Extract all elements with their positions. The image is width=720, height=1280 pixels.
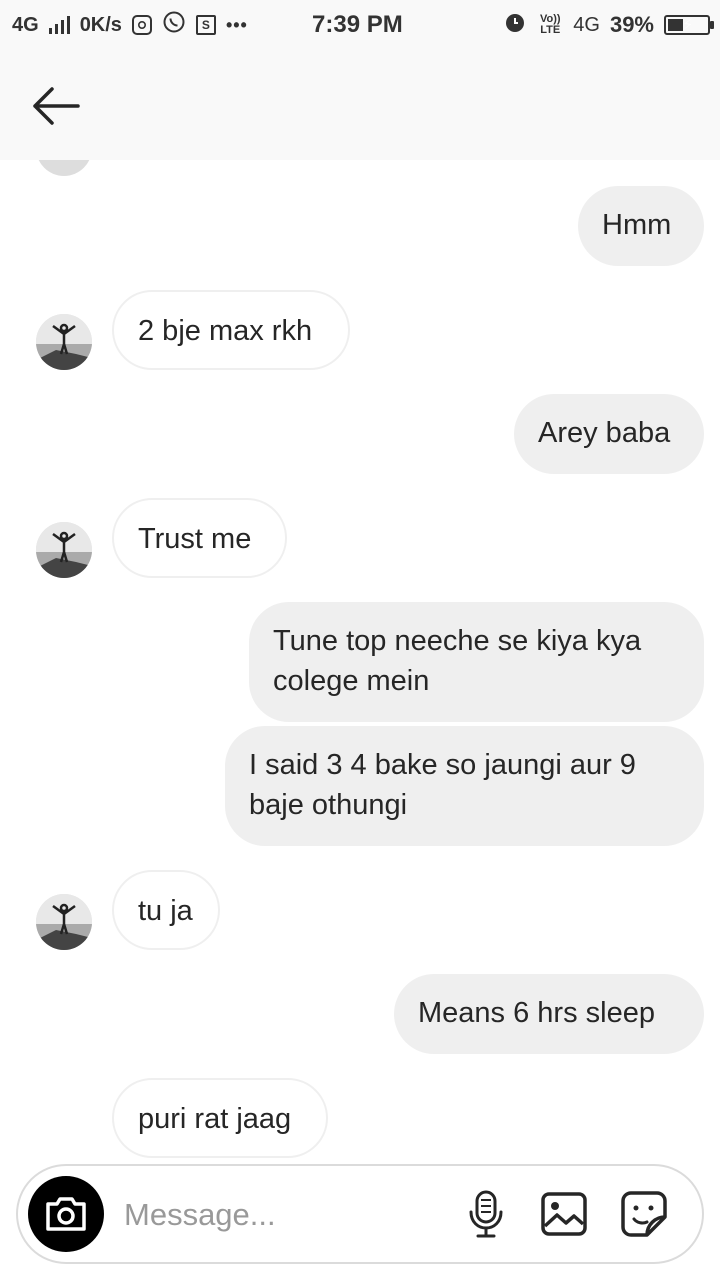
chat-header [0, 50, 720, 160]
message-bubble-outgoing: Means 6 hrs sleep [394, 974, 704, 1054]
person-silhouette-icon [36, 894, 92, 950]
status-right: Vo)) LTE 4G 39% ⚡ [503, 0, 714, 50]
microphone-icon [469, 1190, 503, 1238]
battery-percent: 39% [609, 12, 654, 37]
message-bubble-outgoing: I said 3 4 bake so jaungi aur 9 baje oth… [225, 726, 704, 846]
whatsapp-icon [162, 10, 186, 40]
status-time: 7:39 PM [312, 11, 403, 38]
message-input[interactable] [122, 1184, 456, 1246]
message-bubble-outgoing: Tune top neeche se kiya kya colege mein [249, 602, 704, 722]
signal-icon [48, 16, 70, 34]
person-silhouette-icon [36, 522, 92, 578]
status-bar: 4G 0K/s S ••• 7:39 PM Vo)) LTE 4G 39% ⚡ [0, 0, 720, 50]
message-bubble-incoming: 2 bje max rkh [112, 290, 350, 370]
chat-screen: 4G 0K/s S ••• 7:39 PM Vo)) LTE 4G 39% ⚡ … [0, 0, 720, 1280]
message-list: Hmm 2 bje max rkh Arey baba Trust me Tun… [0, 160, 720, 1160]
avatar [36, 160, 92, 176]
message-composer [16, 1164, 704, 1264]
message-bubble-incoming: puri rat jaag [112, 1078, 328, 1158]
avatar[interactable] [36, 314, 92, 370]
avatar[interactable] [36, 894, 92, 950]
back-button[interactable] [30, 86, 82, 126]
network-right-label: 4G [573, 13, 600, 36]
message-bubble-outgoing: Hmm [578, 186, 704, 266]
person-silhouette-icon [36, 314, 92, 370]
gallery-button[interactable] [540, 1190, 588, 1238]
network-label: 4G [12, 13, 39, 36]
camera-button[interactable] [28, 1176, 104, 1252]
message-bubble-outgoing: Arey baba [514, 394, 704, 474]
screenshot-icon: S [195, 15, 216, 35]
message-bubble-incoming: Trust me [112, 498, 287, 578]
volte-label: Vo)) LTE [539, 13, 561, 36]
image-icon [541, 1192, 587, 1236]
message-bubble-incoming: tu ja [112, 870, 220, 950]
battery-icon: ⚡ [664, 15, 714, 35]
status-left: 4G 0K/s S ••• [12, 0, 248, 50]
alarm-icon [503, 10, 527, 40]
arrow-left-icon [33, 87, 80, 125]
microphone-button[interactable] [462, 1190, 510, 1238]
avatar[interactable] [36, 522, 92, 578]
data-speed: 0K/s [79, 13, 122, 36]
camera-icon [46, 1197, 86, 1231]
instagram-icon [131, 15, 152, 35]
more-notifications-icon: ••• [225, 14, 248, 35]
sticker-icon [621, 1191, 667, 1237]
sticker-button[interactable] [620, 1190, 668, 1238]
